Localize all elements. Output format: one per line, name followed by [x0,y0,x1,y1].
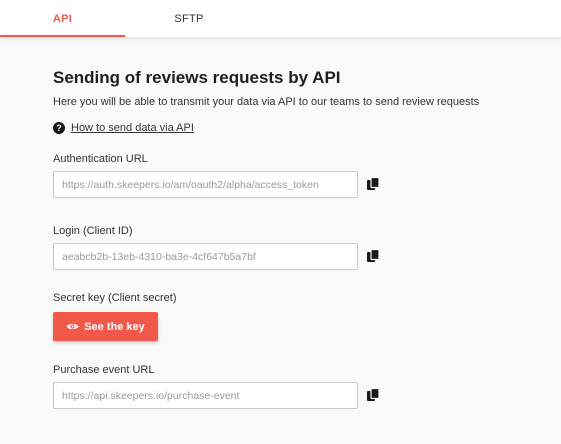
tab-bar: API SFTP [0,0,561,37]
tab-api[interactable]: API [0,0,125,37]
see-key-label: See the key [84,320,145,333]
purchase-url-field[interactable]: https://api.skeepers.io/purchase-event [53,382,358,409]
see-key-button[interactable]: See the key [53,312,158,341]
tab-api-label: API [52,12,73,25]
api-section: Sending of reviews requests by API Here … [53,68,543,134]
question-icon: ? [53,122,65,134]
page-subtitle: Here you will be able to transmit your d… [53,96,480,108]
help-row: ? How to send data via API [53,122,543,134]
active-tab-indicator [0,35,125,37]
auth-url-label: Authentication URL [53,153,148,165]
login-label: Login (Client ID) [53,225,133,237]
page-title: Sending of reviews requests by API [53,68,341,87]
tab-sftp-label: SFTP [174,12,204,25]
purchase-url-label: Purchase event URL [53,364,155,376]
help-link[interactable]: How to send data via API [71,122,194,134]
secret-key-label: Secret key (Client secret) [53,292,177,304]
eye-icon [66,323,79,330]
copy-icon[interactable] [366,388,380,402]
copy-icon[interactable] [366,177,380,191]
auth-url-field[interactable]: https://auth.skeepers.io/am/oauth2/alpha… [53,171,358,198]
copy-icon[interactable] [366,249,380,263]
login-field[interactable]: aeabcb2b-13eb-4310-ba3e-4cf647b5a7bf [53,243,358,270]
tab-sftp[interactable]: SFTP [125,0,253,37]
